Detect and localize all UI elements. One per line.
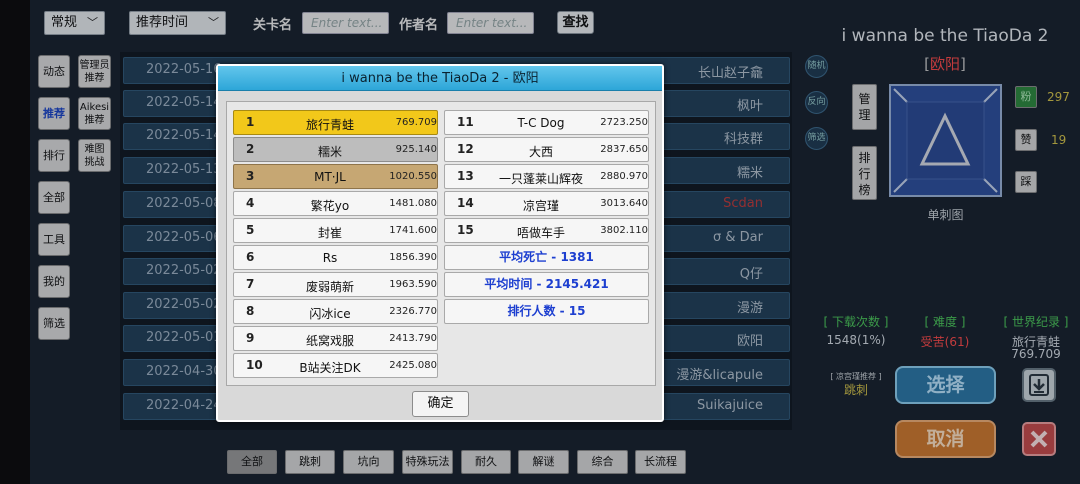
rank-time: 1020.550 — [389, 171, 437, 182]
rank-number: 10 — [246, 358, 263, 372]
rank-row: 7 废弱萌新 1963.590 — [233, 272, 438, 297]
ranking-count: 排行人数 - 15 — [444, 299, 649, 324]
rank-number: 14 — [457, 196, 474, 210]
rank-name: 繁花yo — [310, 199, 350, 213]
rank-number: 13 — [457, 169, 474, 183]
rank-row: 10 B站关注DK 2425.080 — [233, 353, 438, 378]
rank-row: 8 闪冰ice 2326.770 — [233, 299, 438, 324]
rank-name: 废弱萌新 — [305, 280, 354, 294]
rank-time: 2413.790 — [389, 333, 437, 344]
rank-number: 15 — [457, 223, 474, 237]
rank-number: 6 — [246, 250, 255, 264]
ranking-list: 1 旅行青蛙 769.709 2 糯米 925.140 3 MT·JL 1020.550 4… — [226, 101, 656, 386]
dialog-title: i wanna be the TiaoDa 2 - 欧阳 — [218, 66, 662, 91]
rank-time: 3013.640 — [600, 198, 648, 209]
rank-time: 2425.080 — [389, 360, 437, 371]
rank-name: 纸窝戏服 — [305, 334, 354, 348]
rank-name: 旅行青蛙 — [305, 118, 354, 132]
rank-time: 1963.590 — [389, 279, 437, 290]
rank-time: 1481.080 — [389, 198, 437, 209]
rank-number: 11 — [457, 115, 474, 129]
rank-number: 5 — [246, 223, 255, 237]
average-deaths: 平均死亡 - 1381 — [444, 245, 649, 270]
rank-number: 8 — [246, 304, 255, 318]
rank-row: 6 Rs 1856.390 — [233, 245, 438, 270]
rank-row: 1 旅行青蛙 769.709 — [233, 110, 438, 135]
rank-name: T-C Dog — [517, 116, 565, 130]
rank-number: 9 — [246, 331, 255, 345]
rank-number: 2 — [246, 142, 255, 156]
rank-time: 769.709 — [395, 117, 437, 128]
rank-time: 2326.770 — [389, 306, 437, 317]
rank-name: 糯米 — [317, 145, 342, 159]
rank-name: 一只蓬莱山辉夜 — [498, 172, 583, 186]
rank-time: 2880.970 — [600, 171, 648, 182]
rank-number: 4 — [246, 196, 255, 210]
rank-row: 13 一只蓬莱山辉夜 2880.970 — [444, 164, 649, 189]
rank-name: Rs — [322, 251, 338, 265]
rank-name: 凉宫瑾 — [522, 199, 559, 213]
rank-row: 3 MT·JL 1020.550 — [233, 164, 438, 189]
rank-time: 1741.600 — [389, 225, 437, 236]
rank-row: 9 纸窝戏服 2413.790 — [233, 326, 438, 351]
rank-row: 15 唔做车手 3802.110 — [444, 218, 649, 243]
rank-name: 大西 — [528, 145, 553, 159]
rank-name: 闪冰ice — [309, 307, 351, 321]
rank-number: 12 — [457, 142, 474, 156]
rank-name: 唔做车手 — [516, 226, 565, 240]
rank-row: 12 大西 2837.650 — [444, 137, 649, 162]
rank-number: 7 — [246, 277, 255, 291]
rank-name: MT·JL — [314, 170, 346, 184]
rank-row: 4 繁花yo 1481.080 — [233, 191, 438, 216]
rank-number: 1 — [246, 115, 255, 129]
rank-row: 2 糯米 925.140 — [233, 137, 438, 162]
screen-edge — [0, 0, 30, 484]
ranking-dialog: i wanna be the TiaoDa 2 - 欧阳 1 旅行青蛙 769.70… — [216, 64, 664, 422]
rank-time: 2837.650 — [600, 144, 648, 155]
rank-row: 14 凉宫瑾 3013.640 — [444, 191, 649, 216]
rank-name: 封崔 — [317, 226, 342, 240]
confirm-button[interactable]: 确定 — [412, 391, 469, 417]
average-time: 平均时间 - 2145.421 — [444, 272, 649, 297]
rank-number: 3 — [246, 169, 255, 183]
rank-time: 925.140 — [395, 144, 437, 155]
rank-time: 2723.250 — [600, 117, 648, 128]
rank-row: 11 T-C Dog 2723.250 — [444, 110, 649, 135]
rank-name: B站关注DK — [299, 361, 361, 375]
rank-time: 1856.390 — [389, 252, 437, 263]
rank-row: 5 封崔 1741.600 — [233, 218, 438, 243]
rank-time: 3802.110 — [600, 225, 648, 236]
